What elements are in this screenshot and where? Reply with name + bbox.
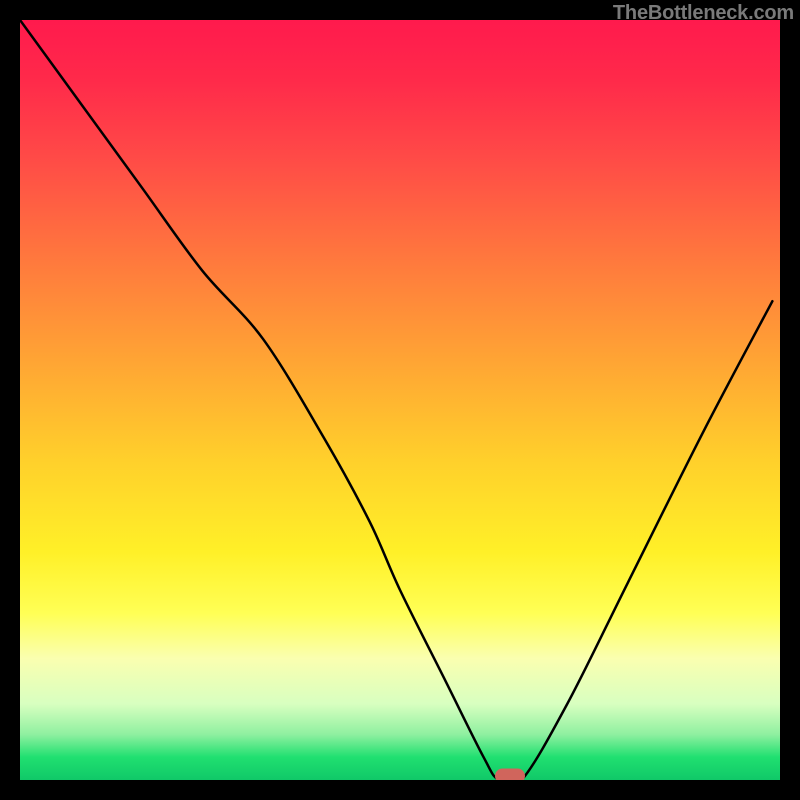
- minimum-marker: [495, 769, 525, 780]
- bottleneck-curve: [20, 20, 780, 780]
- chart-container: TheBottleneck.com: [0, 0, 800, 800]
- plot-area: [20, 20, 780, 780]
